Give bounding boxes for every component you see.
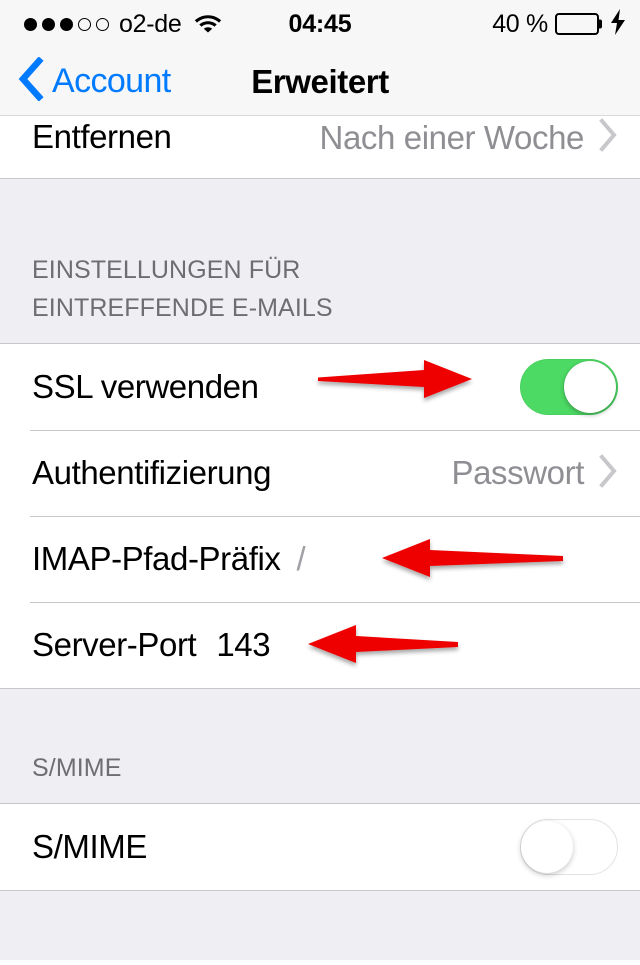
row-smime[interactable]: S/MIME xyxy=(0,804,640,890)
signal-dot-empty xyxy=(78,17,91,31)
group-remove: Entfernen Nach einer Woche xyxy=(0,116,640,179)
chevron-left-icon xyxy=(18,56,44,106)
smime-toggle-knob xyxy=(521,820,573,873)
group-incoming-mail: SSL verwenden Authentifizierung Passwort… xyxy=(0,343,640,689)
back-button[interactable]: Account xyxy=(0,56,171,106)
section-header-incoming-line2: EINTREFFENDE E-MAILS xyxy=(32,294,333,322)
ssl-toggle-knob xyxy=(564,361,616,413)
server-port-input[interactable]: 143 xyxy=(216,626,270,664)
row-smime-right xyxy=(520,819,618,875)
battery-nub xyxy=(599,19,602,29)
signal-dot-filled xyxy=(24,17,37,31)
status-bar: o2-de 04:45 40 % xyxy=(0,0,640,48)
imap-prefix-input[interactable]: / xyxy=(297,540,306,578)
row-entfernen-right: Nach einer Woche xyxy=(320,118,618,157)
row-authentifizierung[interactable]: Authentifizierung Passwort xyxy=(0,430,640,516)
row-imap-prefix-label: IMAP-Pfad-Präfix xyxy=(32,540,281,577)
group-smime: S/MIME xyxy=(0,803,640,891)
ssl-toggle[interactable] xyxy=(520,359,618,415)
navigation-bar: Account Erweitert xyxy=(0,48,640,116)
row-entfernen-label: Entfernen xyxy=(32,118,172,155)
settings-list[interactable]: Entfernen Nach einer Woche EINSTELLUNGEN… xyxy=(0,116,640,960)
status-bar-left: o2-de xyxy=(24,10,223,39)
wifi-icon xyxy=(193,11,223,38)
section-header-incoming-line1: EINSTELLUNGEN FÜR xyxy=(32,256,301,284)
back-button-label: Account xyxy=(52,62,171,100)
row-authentifizierung-label: Authentifizierung xyxy=(32,454,272,491)
signal-dot-filled xyxy=(60,17,73,31)
section-header-smime: S/MIME xyxy=(32,754,122,782)
smime-toggle[interactable] xyxy=(520,819,618,875)
row-ssl-verwenden[interactable]: SSL verwenden xyxy=(0,344,640,430)
row-authentifizierung-right: Passwort xyxy=(451,453,618,493)
battery-percent-label: 40 % xyxy=(492,9,548,38)
section-header-smime-wrap: S/MIME xyxy=(0,689,640,803)
signal-strength-dots xyxy=(24,17,109,31)
section-header-incoming: EINSTELLUNGEN FÜR EINTREFFENDE E-MAILS xyxy=(0,179,640,343)
row-server-port-label: Server-Port xyxy=(32,626,197,663)
battery-icon xyxy=(555,13,602,35)
row-entfernen[interactable]: Entfernen Nach einer Woche xyxy=(0,116,640,178)
chevron-right-icon xyxy=(598,453,618,493)
row-entfernen-value: Nach einer Woche xyxy=(319,118,585,156)
row-ssl-label: SSL verwenden xyxy=(32,368,259,405)
row-server-port[interactable]: Server-Port 143 xyxy=(0,602,640,688)
carrier-name: o2-de xyxy=(119,9,182,38)
signal-dot-empty xyxy=(96,17,109,31)
signal-dot-filled xyxy=(42,17,55,31)
chevron-right-icon xyxy=(598,118,618,157)
row-ssl-right xyxy=(520,359,618,415)
row-smime-label: S/MIME xyxy=(32,828,147,865)
status-bar-right: 40 % xyxy=(492,8,626,40)
lightning-bolt-icon xyxy=(610,8,626,40)
row-authentifizierung-value: Passwort xyxy=(451,454,584,491)
row-imap-pfad-praefix[interactable]: IMAP-Pfad-Präfix / xyxy=(0,516,640,602)
